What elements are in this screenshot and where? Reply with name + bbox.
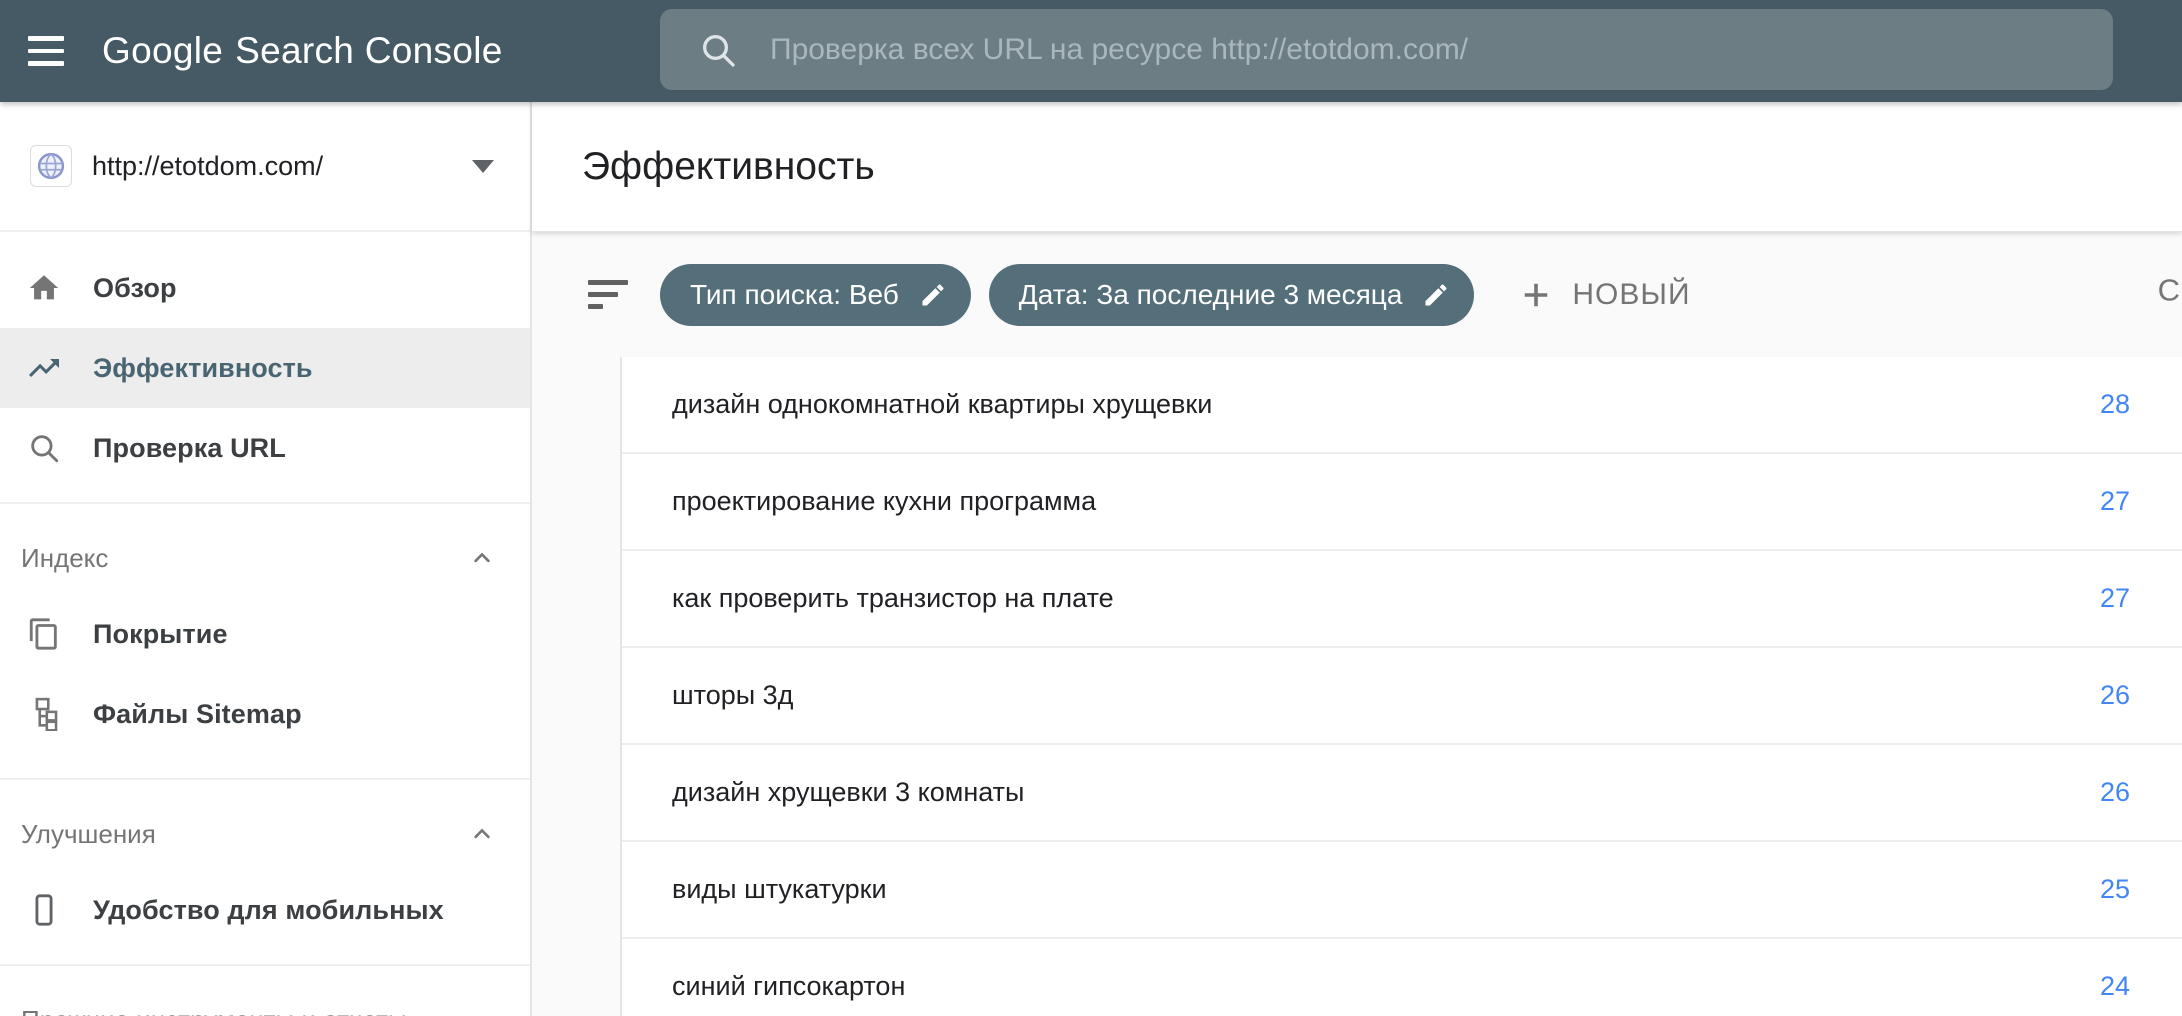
filter-chip-search-type[interactable]: Тип поиска: Веб	[660, 264, 971, 326]
table-row[interactable]: синий гипсокартон 24	[622, 939, 2182, 1016]
table-row[interactable]: дизайн однокомнатной квартиры хрущевки 2…	[622, 357, 2182, 454]
sidebar-section-index[interactable]: Индекс	[0, 504, 530, 594]
globe-icon	[36, 151, 66, 181]
clicks-cell: 26	[2100, 777, 2130, 808]
query-cell[interactable]: синий гипсокартон	[672, 971, 905, 1002]
table-row[interactable]: как проверить транзистор на плате 27	[622, 551, 2182, 648]
sidebar-item-performance[interactable]: Эффективность	[0, 328, 530, 408]
table-row[interactable]: шторы 3д 26	[622, 648, 2182, 745]
table-row[interactable]: проектирование кухни программа 27	[622, 454, 2182, 551]
sidebar-section-legacy-tools[interactable]: Прежние инструменты и отчеты	[0, 966, 530, 1016]
logo-product-text: Search Console	[235, 30, 502, 72]
query-cell[interactable]: проектирование кухни программа	[672, 486, 1096, 517]
url-inspection-searchbox[interactable]	[660, 9, 2113, 90]
clicks-cell: 27	[2100, 583, 2130, 614]
new-filter-label: НОВЫЙ	[1572, 278, 1690, 312]
sidebar-item-label: Проверка URL	[93, 433, 286, 464]
query-cell[interactable]: шторы 3д	[672, 680, 793, 711]
sidebar-item-label: Удобство для мобильных	[93, 895, 444, 926]
property-selector[interactable]: http://etotdom.com/	[0, 102, 530, 232]
query-cell[interactable]: дизайн однокомнатной квартиры хрущевки	[672, 389, 1212, 420]
property-url: http://etotdom.com/	[92, 151, 323, 182]
hamburger-icon	[28, 36, 64, 41]
home-icon	[26, 270, 62, 306]
chevron-up-icon	[468, 544, 496, 572]
query-cell[interactable]: как проверить транзистор на плате	[672, 583, 1114, 614]
sidebar-item-coverage[interactable]: Покрытие	[0, 594, 530, 674]
filter-list-icon[interactable]	[588, 280, 628, 309]
query-cell[interactable]: виды штукатурки	[672, 874, 887, 905]
trending-up-icon	[26, 350, 62, 386]
app-logo[interactable]: Google Search Console	[102, 30, 503, 72]
chevron-up-icon	[468, 820, 496, 848]
sidebar-section-enhancements[interactable]: Улучшения	[0, 780, 530, 870]
sitemap-icon	[26, 696, 62, 732]
section-label: Индекс	[21, 540, 108, 576]
app-root: Google Search Console http://etotdom.com…	[0, 0, 2182, 1016]
menu-button[interactable]	[28, 31, 68, 71]
clicks-cell: 28	[2100, 389, 2130, 420]
filter-chip-date-range[interactable]: Дата: За последние 3 месяца	[989, 264, 1475, 326]
section-label: Прежние инструменты и отчеты	[21, 1002, 407, 1016]
new-filter-button[interactable]: НОВЫЙ	[1518, 277, 1690, 313]
clicks-cell: 27	[2100, 486, 2130, 517]
page-header: Эффективность	[532, 102, 2182, 232]
sidebar-item-label: Эффективность	[93, 353, 313, 384]
sidebar-item-label: Файлы Sitemap	[93, 699, 302, 730]
sidebar-item-mobile-usability[interactable]: Удобство для мобильных	[0, 870, 530, 950]
query-cell[interactable]: дизайн хрущевки 3 комнаты	[672, 777, 1024, 808]
chip-label: Тип поиска: Веб	[690, 279, 899, 311]
main-content: Эффективность Тип поиска: Веб Дата: За п…	[532, 102, 2182, 1016]
edit-pencil-icon	[919, 281, 947, 309]
sidebar-item-overview[interactable]: Обзор	[0, 248, 530, 328]
sidebar-item-sitemaps[interactable]: Файлы Sitemap	[0, 674, 530, 754]
logo-google-text: Google	[102, 30, 223, 72]
clicks-cell: 24	[2100, 971, 2130, 1002]
search-icon	[698, 30, 738, 70]
url-inspection-input[interactable]	[770, 33, 2020, 67]
sidebar-nav: Обзор Эффективность Проверка URL	[0, 232, 530, 1016]
search-icon	[26, 430, 62, 466]
mobile-icon	[26, 892, 62, 928]
export-button-partial[interactable]: С	[2158, 272, 2180, 308]
pages-icon	[26, 616, 62, 652]
clicks-cell: 25	[2100, 874, 2130, 905]
table-row[interactable]: дизайн хрущевки 3 комнаты 26	[622, 745, 2182, 842]
edit-pencil-icon	[1422, 281, 1450, 309]
table-row[interactable]: виды штукатурки 25	[622, 842, 2182, 939]
site-favicon	[30, 145, 72, 187]
section-label: Улучшения	[21, 816, 156, 852]
plus-icon	[1518, 277, 1554, 313]
chip-label: Дата: За последние 3 месяца	[1019, 279, 1403, 311]
queries-table: дизайн однокомнатной квартиры хрущевки 2…	[620, 357, 2182, 1016]
clicks-cell: 26	[2100, 680, 2130, 711]
page-title: Эффективность	[582, 145, 875, 189]
filter-bar: Тип поиска: Веб Дата: За последние 3 мес…	[532, 232, 2182, 357]
caret-down-icon	[472, 160, 494, 173]
sidebar: http://etotdom.com/ Обзор Эффективность	[0, 102, 532, 1016]
sidebar-item-url-inspection[interactable]: Проверка URL	[0, 408, 530, 488]
sidebar-item-label: Покрытие	[93, 619, 228, 650]
topbar: Google Search Console	[0, 0, 2182, 102]
sidebar-item-label: Обзор	[93, 273, 177, 304]
